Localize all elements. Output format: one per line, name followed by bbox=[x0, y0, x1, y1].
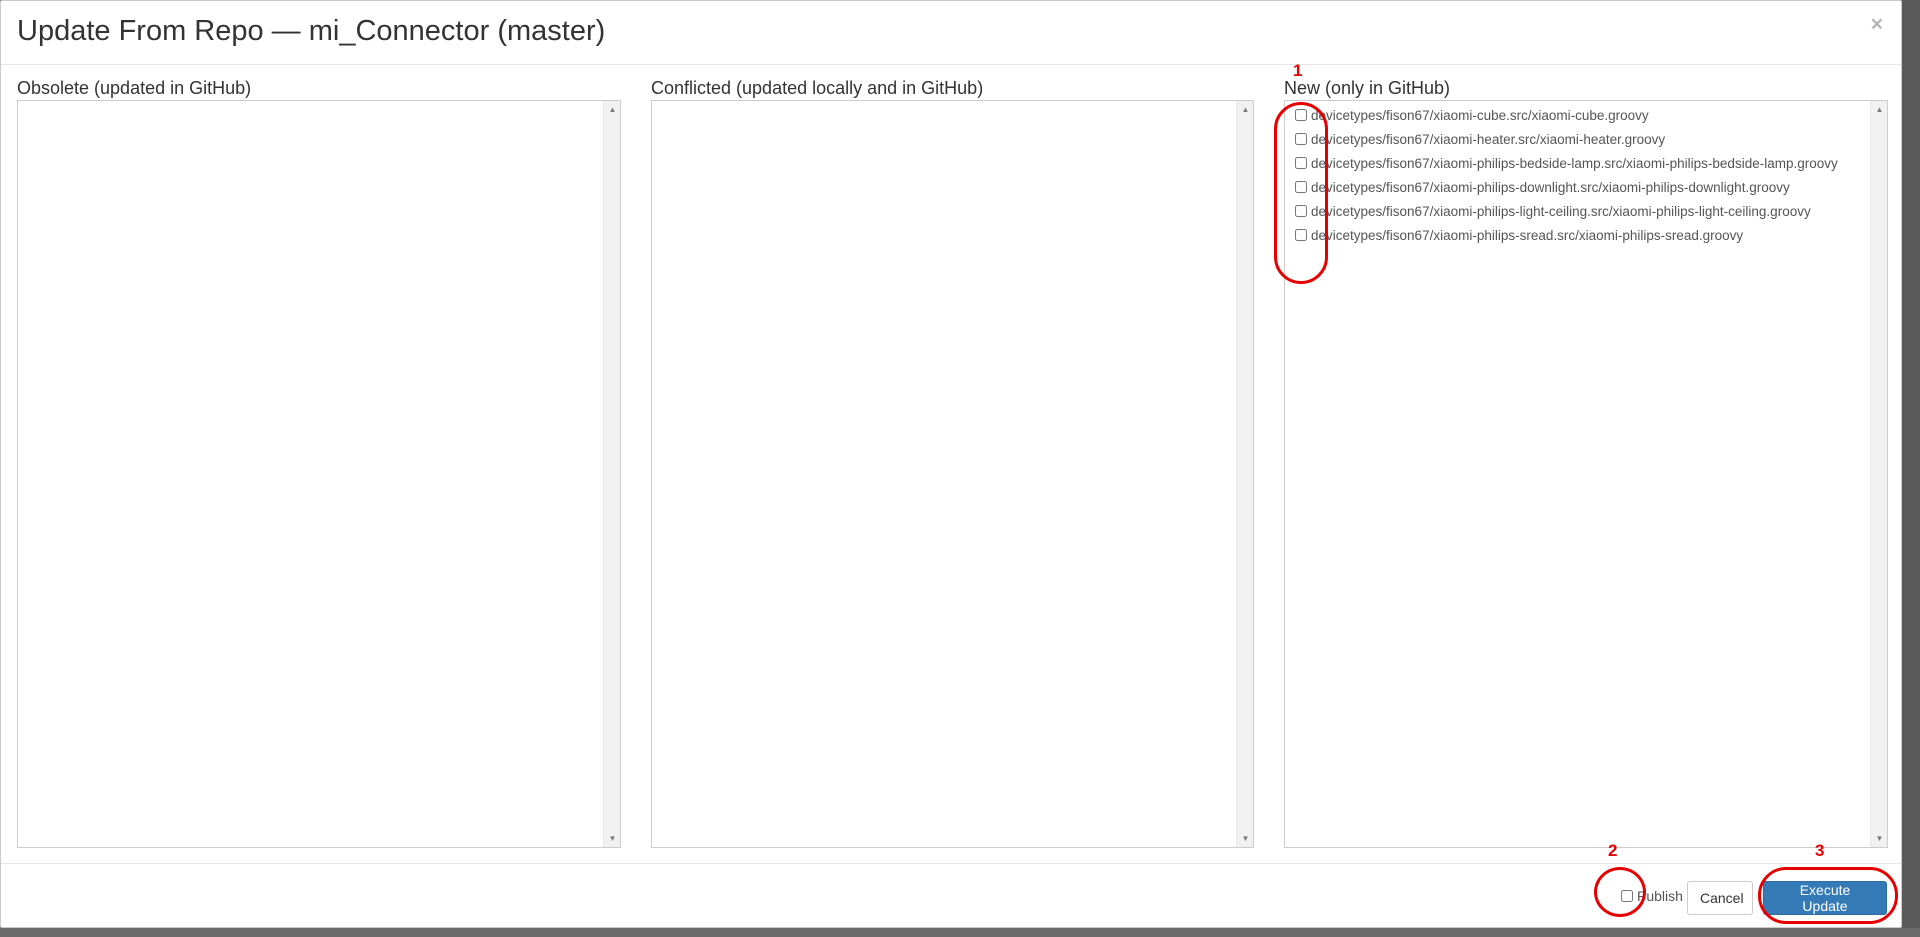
new-listbox[interactable]: devicetypes/fison67/xiaomi-cube.src/xiao… bbox=[1284, 100, 1888, 848]
file-path: devicetypes/fison67/xiaomi-philips-sread… bbox=[1311, 228, 1744, 243]
obsolete-panel-label: Obsolete (updated in GitHub) bbox=[17, 78, 252, 98]
backdrop bbox=[0, 928, 1920, 937]
scroll-down-icon[interactable]: ▼ bbox=[1237, 830, 1253, 847]
obsolete-listbox[interactable]: ▲ ▼ bbox=[17, 100, 621, 848]
annotation-ring bbox=[1758, 867, 1898, 924]
new-scrollbar[interactable]: ▲ ▼ bbox=[1870, 101, 1887, 847]
annotation-number: 3 bbox=[1815, 841, 1825, 860]
annotation-number: 2 bbox=[1608, 841, 1618, 860]
file-path: devicetypes/fison67/xiaomi-philips-bedsi… bbox=[1311, 156, 1838, 171]
file-path: devicetypes/fison67/xiaomi-philips-downl… bbox=[1311, 180, 1790, 195]
conflicted-panel-label: Conflicted (updated locally and in GitHu… bbox=[651, 78, 984, 98]
conflicted-scrollbar[interactable]: ▲ ▼ bbox=[1236, 101, 1253, 847]
file-path: devicetypes/fison67/xiaomi-philips-light… bbox=[1311, 204, 1811, 219]
close-icon[interactable]: × bbox=[1871, 13, 1883, 37]
dialog-title: Update From Repo — mi_Connector (master) bbox=[17, 15, 606, 47]
list-item[interactable]: devicetypes/fison67/xiaomi-philips-light… bbox=[1295, 203, 1867, 227]
scroll-up-icon[interactable]: ▲ bbox=[1871, 101, 1887, 118]
obsolete-scrollbar[interactable]: ▲ ▼ bbox=[603, 101, 620, 847]
file-path: devicetypes/fison67/xiaomi-heater.src/xi… bbox=[1311, 132, 1666, 147]
new-panel-label: New (only in GitHub) bbox=[1284, 78, 1451, 98]
new-file-list: devicetypes/fison67/xiaomi-cube.src/xiao… bbox=[1295, 107, 1867, 251]
file-path: devicetypes/fison67/xiaomi-cube.src/xiao… bbox=[1311, 108, 1649, 123]
dialog-header: Update From Repo — mi_Connector (master)… bbox=[1, 1, 1901, 65]
annotation-ring bbox=[1274, 102, 1328, 284]
list-item[interactable]: devicetypes/fison67/xiaomi-philips-sread… bbox=[1295, 227, 1867, 251]
scroll-down-icon[interactable]: ▼ bbox=[604, 830, 620, 847]
list-item[interactable]: devicetypes/fison67/xiaomi-philips-downl… bbox=[1295, 179, 1867, 203]
annotation-number: 1 bbox=[1293, 61, 1303, 80]
scroll-down-icon[interactable]: ▼ bbox=[1871, 830, 1887, 847]
conflicted-listbox[interactable]: ▲ ▼ bbox=[651, 100, 1254, 848]
scroll-up-icon[interactable]: ▲ bbox=[1237, 101, 1253, 118]
annotation-ring bbox=[1594, 867, 1646, 917]
list-item[interactable]: devicetypes/fison67/xiaomi-philips-bedsi… bbox=[1295, 155, 1867, 179]
cancel-button[interactable]: Cancel bbox=[1687, 881, 1753, 915]
list-item[interactable]: devicetypes/fison67/xiaomi-heater.src/xi… bbox=[1295, 131, 1867, 155]
scroll-up-icon[interactable]: ▲ bbox=[604, 101, 620, 118]
update-from-repo-dialog: Update From Repo — mi_Connector (master)… bbox=[0, 0, 1902, 928]
list-item[interactable]: devicetypes/fison67/xiaomi-cube.src/xiao… bbox=[1295, 107, 1867, 131]
